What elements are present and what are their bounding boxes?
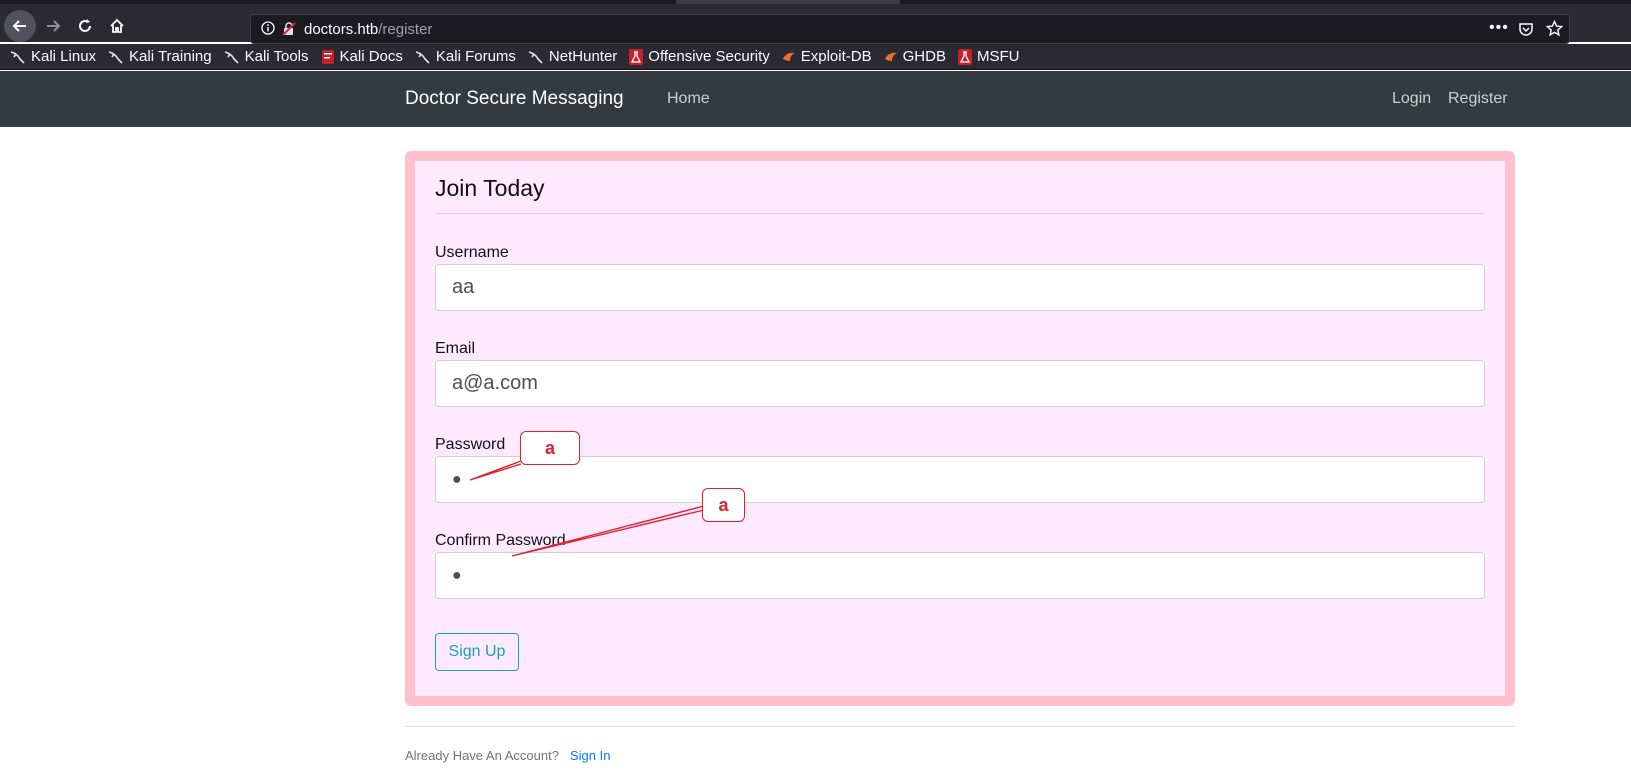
annotation-leader-lines — [469, 460, 705, 557]
password-annotation-callout: a — [520, 431, 580, 465]
footer-divider — [405, 726, 1515, 727]
confirm-password-annotation-callout: a — [702, 488, 745, 522]
sign-in-link[interactable]: Sign In — [570, 748, 610, 763]
already-have-account-text: Already Have An Account? — [405, 748, 559, 763]
